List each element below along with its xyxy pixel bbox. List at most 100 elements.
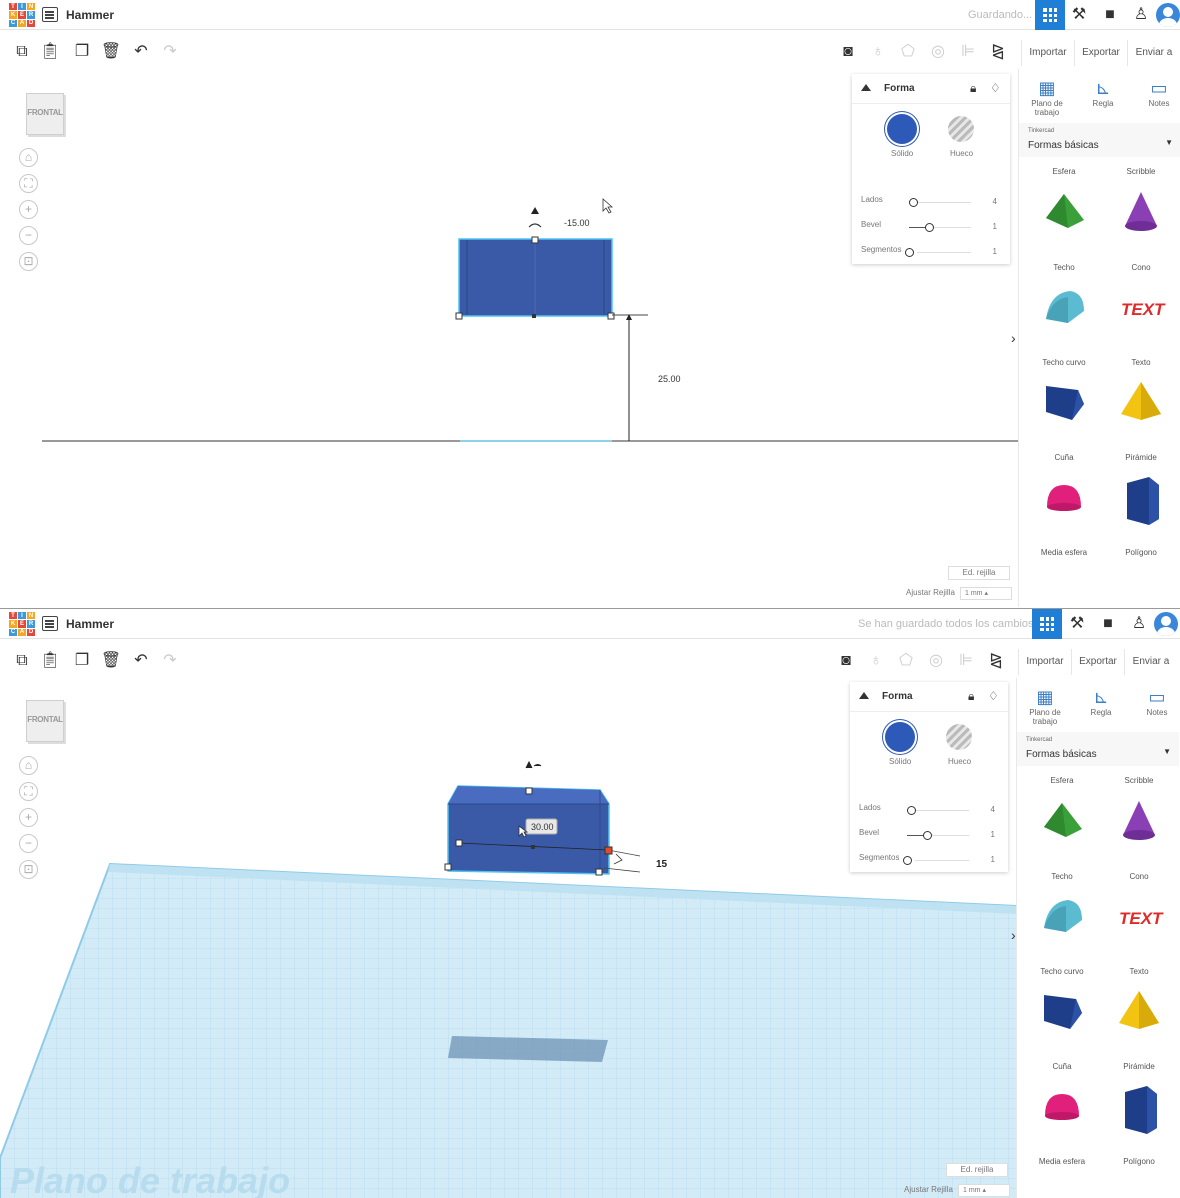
lock-icon[interactable]: 🔒︎ [968, 689, 974, 704]
snap-grid-select[interactable]: 1 mm ▴ [958, 1184, 1010, 1197]
workplane-tool[interactable]: ▦ Plano de trabajo [1025, 77, 1069, 117]
mirror-icon[interactable]: ⧎ [986, 38, 1010, 66]
collapse-library-icon[interactable]: › [1011, 330, 1016, 346]
slider-knob[interactable] [905, 248, 914, 257]
group-icon[interactable]: ⬠ [896, 38, 920, 66]
slider-knob[interactable] [909, 198, 918, 207]
bulb-icon[interactable]: ♢ [990, 81, 1001, 95]
shape-pyramid[interactable]: Pirámide [1104, 981, 1174, 1071]
shape-panel-header[interactable]: Forma 🔒︎ ♢ [850, 682, 1008, 712]
send-to-button[interactable]: Enviar a [1127, 40, 1180, 66]
redo-icon[interactable]: ↷ [158, 38, 182, 66]
fit-view-icon[interactable]: ⛶ [19, 782, 38, 801]
zoom-out-icon[interactable]: − [19, 834, 38, 853]
shape-text[interactable]: TEXT Texto [1104, 886, 1174, 976]
3d-viewport[interactable]: Plano de trabajo 30.00 15 FRONTAL ⌂ ⛶ + [0, 678, 1018, 1198]
pickaxe-icon[interactable]: ⚒ [1068, 5, 1090, 25]
trash-icon[interactable]: 🗑︎ [99, 647, 123, 675]
notes-tool[interactable]: ▭ Notes [1137, 77, 1180, 108]
shape-roof[interactable]: Techo [1029, 182, 1099, 272]
view-icon[interactable]: ◙ [834, 647, 858, 675]
redo-icon[interactable]: ↷ [158, 647, 182, 675]
slider-knob[interactable] [907, 806, 916, 815]
3d-viewport[interactable]: FRONTAL ⌂ ⛶ + − ⊡ -15.00 25.00 Forma 🔒︎ … [0, 69, 1018, 607]
perspective-icon[interactable]: ⊡ [19, 860, 38, 879]
solid-color-swatch[interactable] [885, 722, 915, 752]
segments-slider[interactable]: Segmentos 1 [861, 245, 1001, 261]
grid-view-button[interactable] [1035, 0, 1065, 30]
snap-grid-select[interactable]: 1 mm ▴ [960, 587, 1012, 600]
tinkercad-logo[interactable]: TIN KER CAD [9, 3, 35, 27]
paste-icon[interactable]: 📋︎ [38, 647, 62, 675]
ungroup-icon[interactable]: ◎ [924, 647, 948, 675]
copy-icon[interactable]: ⧉ [10, 647, 34, 675]
avatar[interactable] [1156, 3, 1180, 27]
avatar[interactable] [1154, 612, 1178, 636]
shape-label-sphere[interactable]: Esfera [1029, 167, 1099, 176]
undo-icon[interactable]: ↶ [129, 647, 153, 675]
light-icon[interactable]: ♁ [866, 38, 890, 66]
workplane-tool[interactable]: ▦ Plano de trabajo [1023, 686, 1067, 726]
shape-wedge[interactable]: Cuña [1029, 372, 1099, 462]
shape-label-sphere[interactable]: Esfera [1027, 776, 1097, 785]
add-user-icon[interactable]: ♙ [1130, 5, 1152, 25]
bulb-icon[interactable]: ♢ [988, 689, 999, 703]
bricks-icon[interactable]: ■ [1099, 5, 1121, 25]
shape-label-scribble[interactable]: Scribble [1106, 167, 1176, 176]
export-button[interactable]: Exportar [1074, 40, 1127, 66]
paste-icon[interactable]: 📋︎ [38, 38, 62, 66]
shape-roof[interactable]: Techo [1027, 791, 1097, 881]
view-icon[interactable]: ◙ [836, 38, 860, 66]
segments-slider[interactable]: Segmentos 1 [859, 853, 999, 869]
copy-icon[interactable]: ⧉ [10, 38, 34, 66]
pickaxe-icon[interactable]: ⚒ [1066, 614, 1088, 634]
trash-icon[interactable]: 🗑︎ [99, 38, 123, 66]
import-button[interactable]: Importar [1018, 649, 1071, 675]
design-list-icon[interactable] [42, 7, 58, 22]
group-icon[interactable]: ⬠ [894, 647, 918, 675]
ungroup-icon[interactable]: ◎ [926, 38, 950, 66]
notes-tool[interactable]: ▭ Notes [1135, 686, 1179, 717]
hole-swatch[interactable] [948, 116, 974, 142]
shape-wedge[interactable]: Cuña [1027, 981, 1097, 1071]
shape-pyramid[interactable]: Pirámide [1106, 372, 1176, 462]
mirror-icon[interactable]: ⧎ [984, 647, 1008, 675]
ruler-tool[interactable]: ⊾ Regla [1081, 77, 1125, 108]
shape-round-roof[interactable]: Techo curvo [1027, 886, 1097, 976]
project-title[interactable]: Hammer [66, 617, 114, 631]
shape-round-roof[interactable]: Techo curvo [1029, 277, 1099, 367]
library-source-select[interactable]: Tinkercad Formas básicas ▼ [1017, 732, 1179, 766]
bevel-slider[interactable]: Bevel 1 [859, 828, 999, 844]
align-icon[interactable]: ⊫ [956, 38, 980, 66]
collapse-icon[interactable] [859, 692, 869, 699]
hole-swatch[interactable] [946, 724, 972, 750]
edit-grid-button[interactable]: Ed. rejilla [948, 566, 1010, 580]
shape-cone[interactable]: Cono [1104, 791, 1174, 881]
slider-knob[interactable] [923, 831, 932, 840]
tinkercad-logo[interactable]: TIN KER CAD [9, 612, 35, 636]
solid-color-swatch[interactable] [887, 114, 917, 144]
slider-knob[interactable] [903, 856, 912, 865]
duplicate-icon[interactable]: ❐ [70, 647, 94, 675]
home-view-icon[interactable]: ⌂ [19, 756, 38, 775]
shape-half-sphere[interactable]: Media esfera [1027, 1076, 1097, 1166]
slider-knob[interactable] [925, 223, 934, 232]
library-source-select[interactable]: Tinkercad Formas básicas ▼ [1019, 123, 1180, 157]
send-to-button[interactable]: Enviar a [1124, 649, 1177, 675]
collapse-library-icon[interactable]: › [1011, 927, 1016, 943]
grid-view-button[interactable] [1032, 609, 1062, 639]
shape-half-sphere[interactable]: Media esfera [1029, 467, 1099, 557]
add-user-icon[interactable]: ♙ [1128, 614, 1150, 634]
ruler-tool[interactable]: ⊾ Regla [1079, 686, 1123, 717]
import-button[interactable]: Importar [1021, 40, 1074, 66]
sides-slider[interactable]: Lados 4 [861, 195, 1001, 211]
undo-icon[interactable]: ↶ [129, 38, 153, 66]
shape-panel-header[interactable]: Forma 🔒︎ ♢ [852, 74, 1010, 104]
collapse-icon[interactable] [861, 84, 871, 91]
lock-icon[interactable]: 🔒︎ [970, 81, 976, 96]
sides-slider[interactable]: Lados 4 [859, 803, 999, 819]
duplicate-icon[interactable]: ❐ [70, 38, 94, 66]
bevel-slider[interactable]: Bevel 1 [861, 220, 1001, 236]
shape-polygon[interactable]: Polígono [1106, 467, 1176, 557]
shape-polygon[interactable]: Polígono [1104, 1076, 1174, 1166]
